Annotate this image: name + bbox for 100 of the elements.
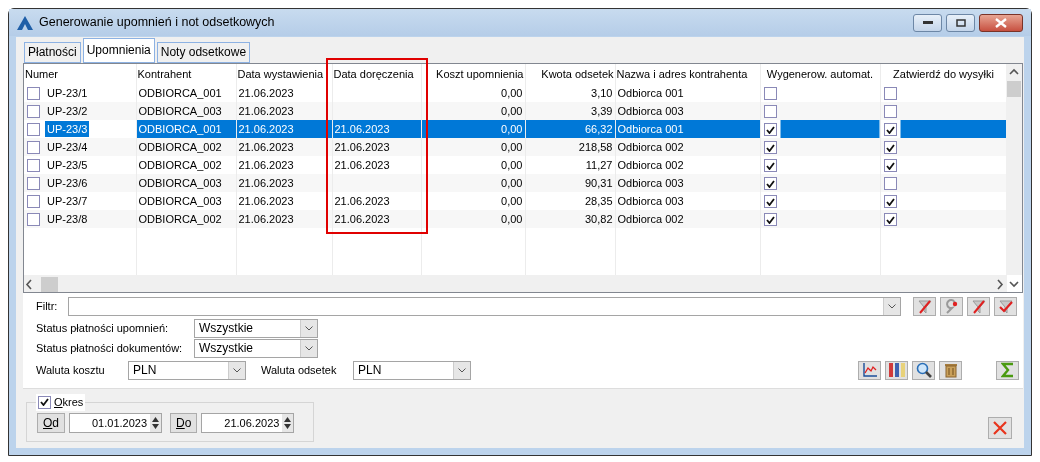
scroll-right-icon[interactable] xyxy=(997,278,1004,290)
checkbox[interactable] xyxy=(883,87,897,101)
binders-button[interactable] xyxy=(885,360,908,380)
date-field[interactable]: 01.01.2023 xyxy=(69,413,163,433)
spinner-icon[interactable] xyxy=(284,416,292,430)
checkbox[interactable] xyxy=(883,213,897,227)
column-header[interactable]: Data wystawienia xyxy=(236,64,332,84)
dropdown-field[interactable]: Wszystkie xyxy=(194,318,318,338)
scrollbar-thumb[interactable] xyxy=(41,276,58,292)
tab[interactable]: Płatności xyxy=(24,42,81,63)
dropdown-field[interactable]: PLN xyxy=(353,360,471,380)
table-cell: ODBIORCA_002 xyxy=(138,212,222,225)
table-cell-text: UP-23/5 xyxy=(46,157,89,173)
table-cell: Odbiorca 001 xyxy=(617,122,684,135)
checkbox[interactable] xyxy=(763,213,777,227)
table-cell: 0,00 xyxy=(501,212,523,225)
spinner-icon[interactable] xyxy=(152,416,160,430)
checkbox[interactable] xyxy=(27,123,40,137)
filter-field[interactable] xyxy=(68,297,901,316)
table-cell: UP-23/3 xyxy=(45,120,90,138)
checkbox[interactable] xyxy=(38,395,51,409)
chart-button[interactable] xyxy=(858,360,881,380)
table-cell: ODBIORCA_003 xyxy=(138,176,222,189)
checkbox[interactable] xyxy=(883,123,897,137)
table-cell: Odbiorca 002 xyxy=(617,212,684,225)
table-cell: 28,35 xyxy=(584,194,613,207)
table-cell: 0,00 xyxy=(501,176,523,189)
cancel-button[interactable] xyxy=(988,417,1012,439)
dropdown-icon xyxy=(305,345,313,351)
column-header[interactable]: Nazwa i adres kontrahenta xyxy=(615,64,760,84)
checkbox[interactable] xyxy=(763,141,777,155)
table-cell: 0,00 xyxy=(501,86,523,99)
checkbox[interactable] xyxy=(27,195,40,209)
checkbox[interactable] xyxy=(763,195,777,209)
field-label: Waluta odsetek xyxy=(261,362,338,378)
column-header[interactable]: Wygenerow. automat. xyxy=(760,64,880,84)
checkbox[interactable] xyxy=(883,105,897,119)
table-cell: 30,82 xyxy=(584,212,613,225)
column-header[interactable]: Kwota odsetek xyxy=(525,64,615,84)
checkbox[interactable] xyxy=(763,105,777,119)
dropdown-icon xyxy=(458,367,466,373)
checkbox[interactable] xyxy=(27,87,40,101)
checkbox[interactable] xyxy=(883,159,897,173)
checkbox[interactable] xyxy=(27,213,40,227)
table-cell: ODBIORCA_003 xyxy=(138,104,222,117)
close-icon xyxy=(995,17,1007,28)
scroll-left-icon[interactable] xyxy=(25,278,32,290)
maximize-button[interactable] xyxy=(946,13,975,32)
field-label: Status płatności dokumentów: xyxy=(36,340,184,356)
table-cell: 21.06.2023 xyxy=(334,122,390,135)
table-cell: 21.06.2023 xyxy=(238,176,294,189)
checkbox[interactable] xyxy=(763,123,777,137)
column-header[interactable]: Koszt upomnienia xyxy=(421,64,525,84)
checkbox[interactable] xyxy=(763,177,777,191)
table-cell: 21.06.2023 xyxy=(238,212,294,225)
tab[interactable]: Noty odsetkowe xyxy=(156,42,251,63)
date-button[interactable]: Od xyxy=(37,413,66,433)
dropdown-field[interactable]: PLN xyxy=(128,360,246,380)
sum-button[interactable] xyxy=(996,360,1019,380)
scroll-up-icon[interactable] xyxy=(1009,68,1019,75)
table-cell: 11,27 xyxy=(585,158,613,171)
checkbox[interactable] xyxy=(27,159,40,173)
column-header[interactable]: Kontrahent xyxy=(136,64,236,84)
table-cell: 21.06.2023 xyxy=(334,212,390,225)
column-header[interactable]: Numer xyxy=(24,64,136,84)
field-label: Status płatności upomnień: xyxy=(36,320,170,336)
checkbox[interactable] xyxy=(883,177,897,191)
app-logo-icon xyxy=(17,15,33,30)
table-cell-text: UP-23/2 xyxy=(46,103,89,119)
checkbox[interactable] xyxy=(27,141,40,155)
vertical-scrollbar[interactable] xyxy=(1006,64,1022,275)
table-cell: ODBIORCA_001 xyxy=(138,122,222,135)
dropdown-field[interactable]: Wszystkie xyxy=(194,338,318,358)
checkbox[interactable] xyxy=(27,177,40,191)
table-cell: Odbiorca 003 xyxy=(617,104,684,117)
checkbox[interactable] xyxy=(883,141,897,155)
table-cell: ODBIORCA_001 xyxy=(138,86,222,99)
scroll-down-icon[interactable] xyxy=(1009,280,1019,288)
checkbox[interactable] xyxy=(763,87,777,101)
wrench-button[interactable] xyxy=(940,297,963,316)
filter-clear-button[interactable] xyxy=(967,297,990,316)
table-cell: 0,00 xyxy=(501,194,523,207)
table-cell: ODBIORCA_002 xyxy=(138,140,222,153)
search-button[interactable] xyxy=(912,360,935,380)
table-cell-text: UP-23/6 xyxy=(46,175,89,191)
checkbox[interactable] xyxy=(763,159,777,173)
field-label: Waluta kosztu xyxy=(36,362,106,378)
column-header[interactable]: Data doręczenia xyxy=(332,64,421,84)
checkbox[interactable] xyxy=(883,195,897,209)
filter-apply-button[interactable] xyxy=(994,297,1017,316)
trash-button[interactable] xyxy=(939,360,962,380)
horizontal-scrollbar[interactable] xyxy=(24,275,1007,292)
filter-clear-button[interactable] xyxy=(913,297,936,316)
checkbox[interactable] xyxy=(27,105,40,119)
scrollbar-thumb[interactable] xyxy=(1007,81,1021,97)
tab[interactable]: Upomnienia xyxy=(82,38,155,63)
date-button[interactable]: Do xyxy=(170,413,198,433)
date-field[interactable]: 21.06.2023 xyxy=(201,413,295,433)
close-button[interactable] xyxy=(979,13,1023,32)
minimize-button[interactable] xyxy=(913,13,942,32)
